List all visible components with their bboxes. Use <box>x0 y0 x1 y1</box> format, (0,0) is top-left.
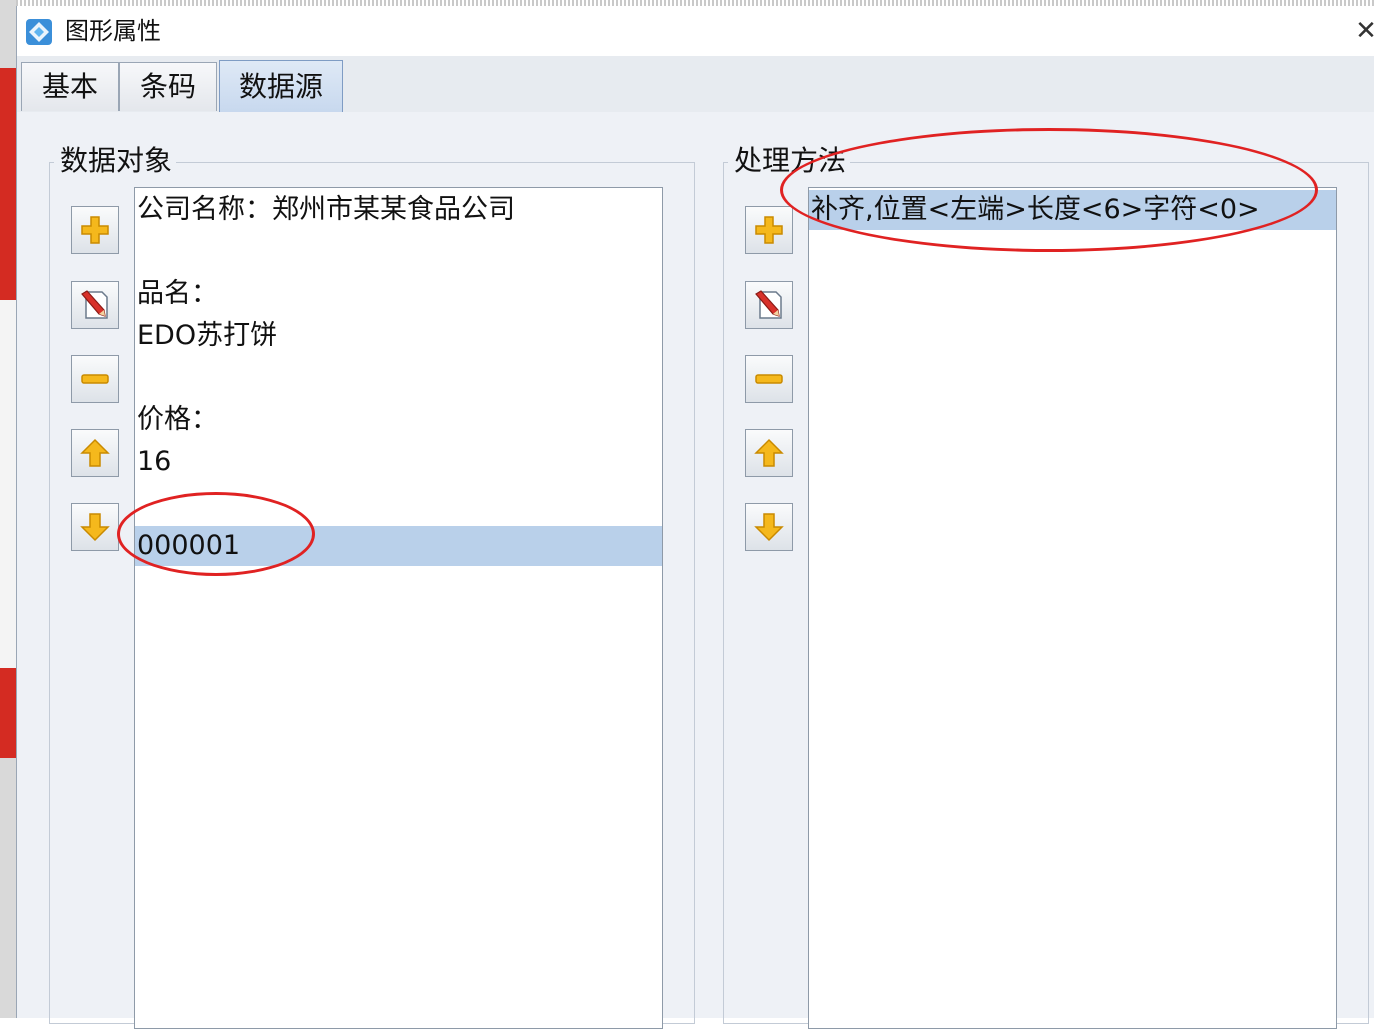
background-app-light <box>0 300 16 668</box>
list-item-selected[interactable]: 补齐,位置<左端>长度<6>字符<0> <box>809 190 1336 230</box>
move-up-data-object-button[interactable] <box>71 429 119 477</box>
tab-content-data-source: 数据对象 公司名称：郑州市某某食品公司 品名： EDO苏打饼 价格： 16 00… <box>17 112 1374 1029</box>
tab-data-source[interactable]: 数据源 <box>219 60 343 113</box>
edit-icon <box>81 290 108 319</box>
close-icon: ✕ <box>1355 16 1374 46</box>
add-icon <box>81 216 109 244</box>
add-icon <box>755 216 783 244</box>
processing-methods-label: 处理方法 <box>728 143 851 179</box>
data-objects-group: 数据对象 公司名称：郑州市某某食品公司 品名： EDO苏打饼 价格： 16 00… <box>49 143 695 1029</box>
add-data-object-button[interactable] <box>71 206 119 254</box>
tab-basic[interactable]: 基本 <box>21 62 119 111</box>
background-app-red <box>0 68 16 300</box>
processing-methods-list[interactable]: 补齐,位置<左端>长度<6>字符<0> <box>808 187 1337 1029</box>
data-objects-label: 数据对象 <box>54 143 177 179</box>
move-up-icon <box>754 438 784 467</box>
edit-icon <box>755 290 782 319</box>
list-item[interactable]: 公司名称：郑州市某某食品公司 <box>135 190 662 230</box>
move-down-data-object-button[interactable] <box>71 503 119 551</box>
edit-data-object-button[interactable] <box>71 281 119 329</box>
list-item[interactable]: 品名： <box>135 274 662 314</box>
background-app-red <box>0 668 16 758</box>
data-objects-list[interactable]: 公司名称：郑州市某某食品公司 品名： EDO苏打饼 价格： 16 000001 <box>134 187 663 1029</box>
move-up-icon <box>80 438 110 467</box>
add-method-button[interactable] <box>745 206 793 254</box>
edit-method-button[interactable] <box>745 281 793 329</box>
tab-barcode[interactable]: 条码 <box>119 62 217 111</box>
list-item[interactable]: 价格： <box>135 400 662 440</box>
remove-data-object-button[interactable] <box>71 355 119 403</box>
list-item[interactable]: EDO苏打饼 <box>135 316 662 356</box>
title-bar[interactable]: 图形属性 ✕ <box>17 6 1374 56</box>
app-icon <box>26 19 52 45</box>
move-down-method-button[interactable] <box>745 503 793 551</box>
list-item[interactable]: 16 <box>135 442 662 482</box>
tab-strip: 基本 条码 数据源 <box>17 56 1374 113</box>
window-title: 图形属性 <box>65 17 161 45</box>
processing-methods-group: 处理方法 补齐,位置<左端>长度<6>字符<0> <box>723 143 1369 1029</box>
remove-icon <box>81 374 109 384</box>
remove-icon <box>755 374 783 384</box>
remove-method-button[interactable] <box>745 355 793 403</box>
graphic-properties-dialog: 图形属性 ✕ 基本 条码 数据源 数据对象 公司名称：郑州市某某食品公司 品名：… <box>16 6 1374 1029</box>
list-item-selected[interactable]: 000001 <box>135 526 662 566</box>
move-down-icon <box>80 513 110 542</box>
move-down-icon <box>754 513 784 542</box>
move-up-method-button[interactable] <box>745 429 793 477</box>
close-button[interactable]: ✕ <box>1353 14 1374 48</box>
